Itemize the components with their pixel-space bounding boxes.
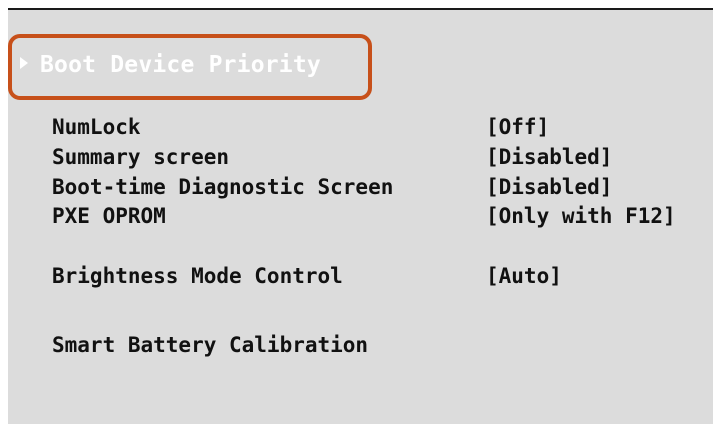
setting-value[interactable]: [Off] (486, 112, 549, 142)
setting-value[interactable]: [Auto] (486, 261, 562, 291)
setting-label: PXE OPROM (52, 204, 166, 228)
setting-row-smart-battery-calibration[interactable]: Smart Battery Calibration (52, 330, 702, 360)
bios-settings-panel: Boot Device Priority NumLock [Off] Summa… (8, 8, 713, 424)
setting-row-pxe-oprom[interactable]: PXE OPROM [Only with F12] (52, 201, 702, 231)
setting-label: Smart Battery Calibration (52, 333, 369, 357)
menu-item-label: Boot Device Priority (40, 52, 321, 78)
setting-value[interactable]: [Only with F12] (486, 201, 676, 231)
setting-row-brightness-mode[interactable]: Brightness Mode Control [Auto] (52, 261, 702, 291)
right-triangle-icon (20, 57, 28, 69)
setting-label: Boot-time Diagnostic Screen (52, 175, 394, 199)
menu-item-boot-device-priority[interactable]: Boot Device Priority (20, 48, 321, 82)
setting-row-numlock[interactable]: NumLock [Off] (52, 112, 702, 142)
setting-row-boot-time-diagnostic[interactable]: Boot-time Diagnostic Screen [Disabled] (52, 172, 702, 202)
setting-label: Brightness Mode Control (52, 264, 343, 288)
setting-value[interactable]: [Disabled] (486, 172, 612, 202)
setting-row-summary-screen[interactable]: Summary screen [Disabled] (52, 142, 702, 172)
setting-label: Summary screen (52, 145, 230, 169)
setting-label: NumLock (52, 115, 141, 139)
setting-value[interactable]: [Disabled] (486, 142, 612, 172)
